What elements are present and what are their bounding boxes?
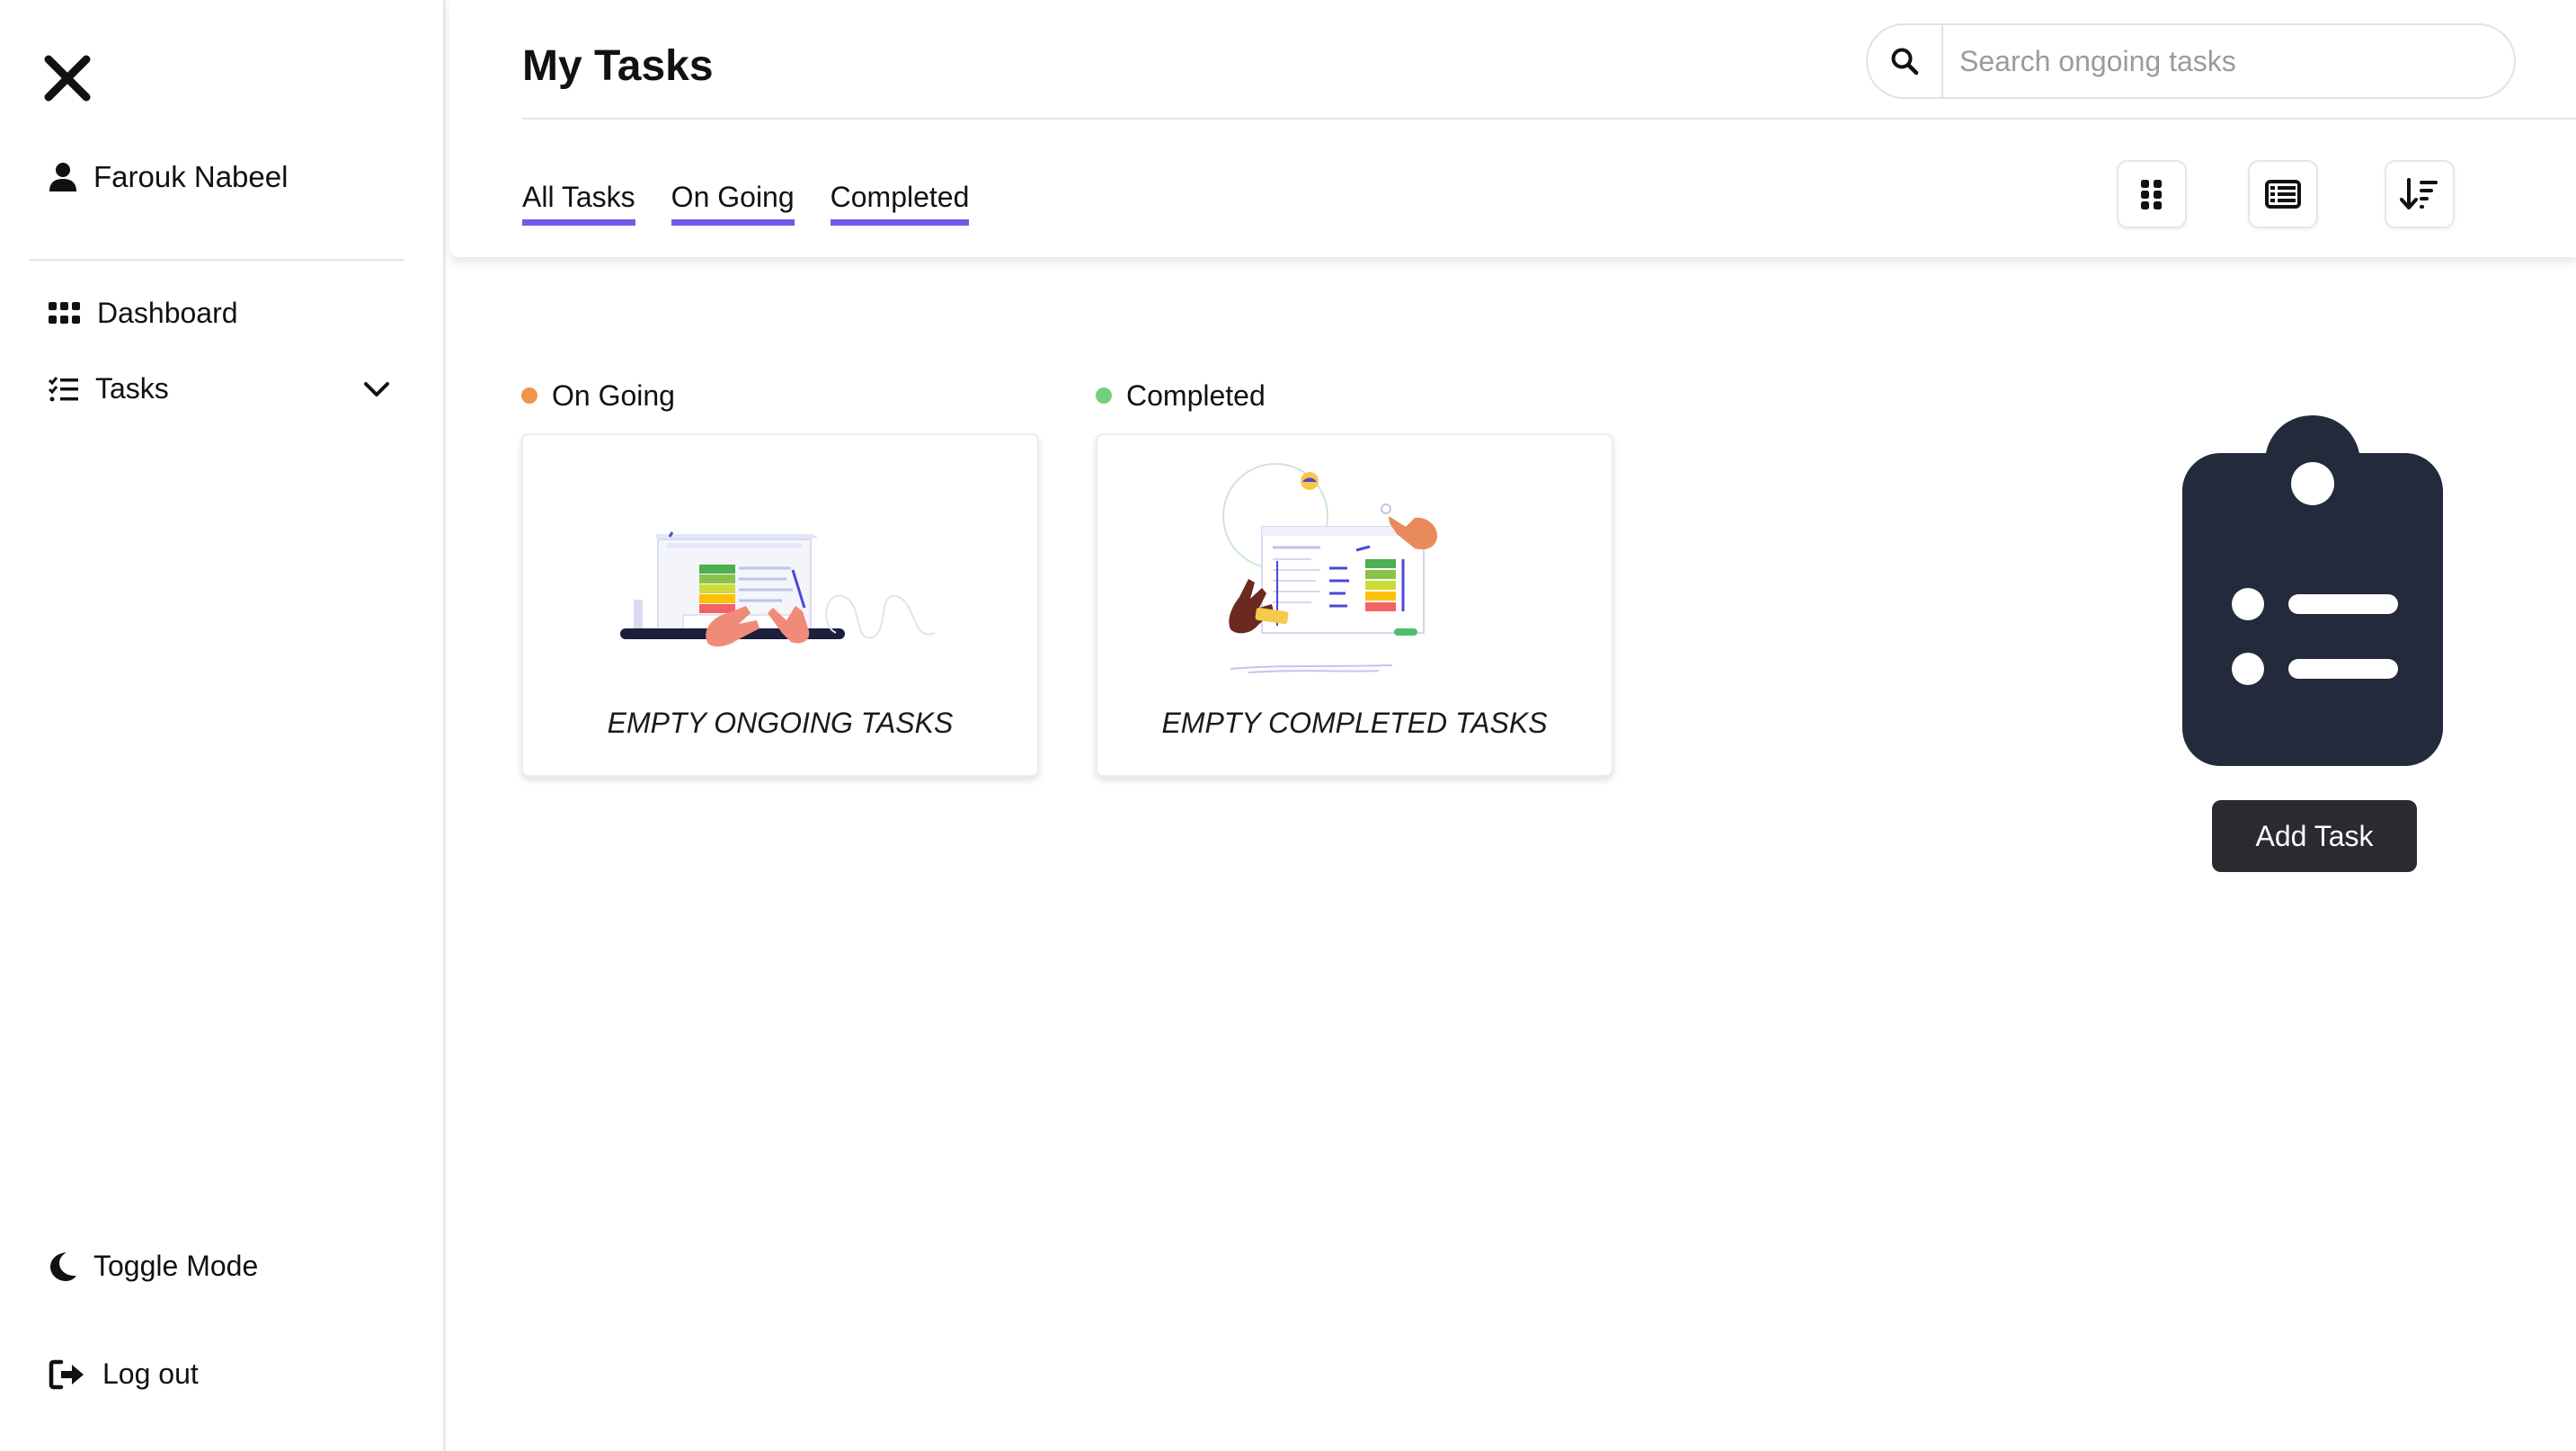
logout-label: Log out [102, 1358, 199, 1390]
completed-column-label: Completed [1126, 378, 1266, 412]
tab-bar: All Tasks On Going Completed [522, 180, 970, 226]
toggle-mode-button[interactable]: Toggle Mode [49, 1250, 258, 1283]
ongoing-status-dot [521, 387, 537, 404]
logout-button[interactable]: Log out [49, 1358, 199, 1391]
completed-column: Completed EMPTY COMPLETED TASKS [1096, 378, 1613, 777]
clipboard-list-icon [2182, 415, 2443, 770]
search-icon [1891, 48, 1919, 76]
grid-view-icon [2141, 180, 2162, 209]
sidebar-item-label: Tasks [95, 372, 169, 405]
list-view-icon [2265, 180, 2301, 209]
close-sidebar-button[interactable] [41, 52, 93, 104]
app-root: Farouk Nabeel Dashboard Tasks Toggle Mod… [0, 0, 2576, 1451]
header-divider [522, 118, 2576, 120]
user-profile[interactable]: Farouk Nabeel [49, 160, 288, 194]
user-icon [49, 163, 76, 191]
completed-empty-card: EMPTY COMPLETED TASKS [1096, 433, 1613, 777]
sidebar: Farouk Nabeel Dashboard Tasks Toggle Mod… [0, 0, 446, 1451]
ongoing-empty-illustration [620, 531, 936, 647]
grid-view-button[interactable] [2117, 160, 2187, 228]
search-input[interactable] [1943, 25, 2514, 97]
sidebar-item-tasks[interactable]: Tasks [49, 372, 390, 405]
dashboard-icon [49, 301, 80, 324]
completed-empty-text: EMPTY COMPLETED TASKS [1161, 707, 1548, 739]
ongoing-column-header: On Going [521, 378, 1039, 414]
ongoing-column: On Going EMPTY ONGOING TASKS [521, 378, 1039, 777]
sort-button[interactable] [2385, 160, 2455, 228]
tab-all-tasks[interactable]: All Tasks [522, 180, 635, 226]
tab-completed[interactable]: Completed [830, 180, 970, 226]
sidebar-divider [29, 259, 404, 261]
toggle-mode-label: Toggle Mode [93, 1250, 259, 1282]
sidebar-item-dashboard[interactable]: Dashboard [49, 297, 238, 330]
list-view-button[interactable] [2248, 160, 2318, 228]
chevron-down-icon[interactable] [363, 380, 390, 398]
sort-icon [2400, 178, 2438, 209]
ongoing-column-label: On Going [552, 378, 675, 412]
close-icon [44, 55, 91, 102]
page-title: My Tasks [522, 42, 714, 90]
completed-empty-illustration [1222, 463, 1437, 673]
logout-icon [49, 1359, 84, 1389]
completed-status-dot [1096, 387, 1112, 404]
search-bar [1866, 23, 2516, 99]
search-button[interactable] [1868, 25, 1943, 97]
ongoing-empty-text: EMPTY ONGOING TASKS [607, 707, 954, 739]
moon-icon [50, 1251, 76, 1281]
header: My Tasks All Tasks On Going Completed [449, 0, 2576, 257]
tasks-icon [49, 376, 78, 401]
add-task-button[interactable]: Add Task [2212, 800, 2417, 872]
completed-column-header: Completed [1096, 378, 1613, 414]
user-name: Farouk Nabeel [93, 160, 289, 193]
tab-on-going[interactable]: On Going [671, 180, 795, 226]
sidebar-item-label: Dashboard [97, 297, 238, 329]
ongoing-empty-card: EMPTY ONGOING TASKS [521, 433, 1039, 777]
